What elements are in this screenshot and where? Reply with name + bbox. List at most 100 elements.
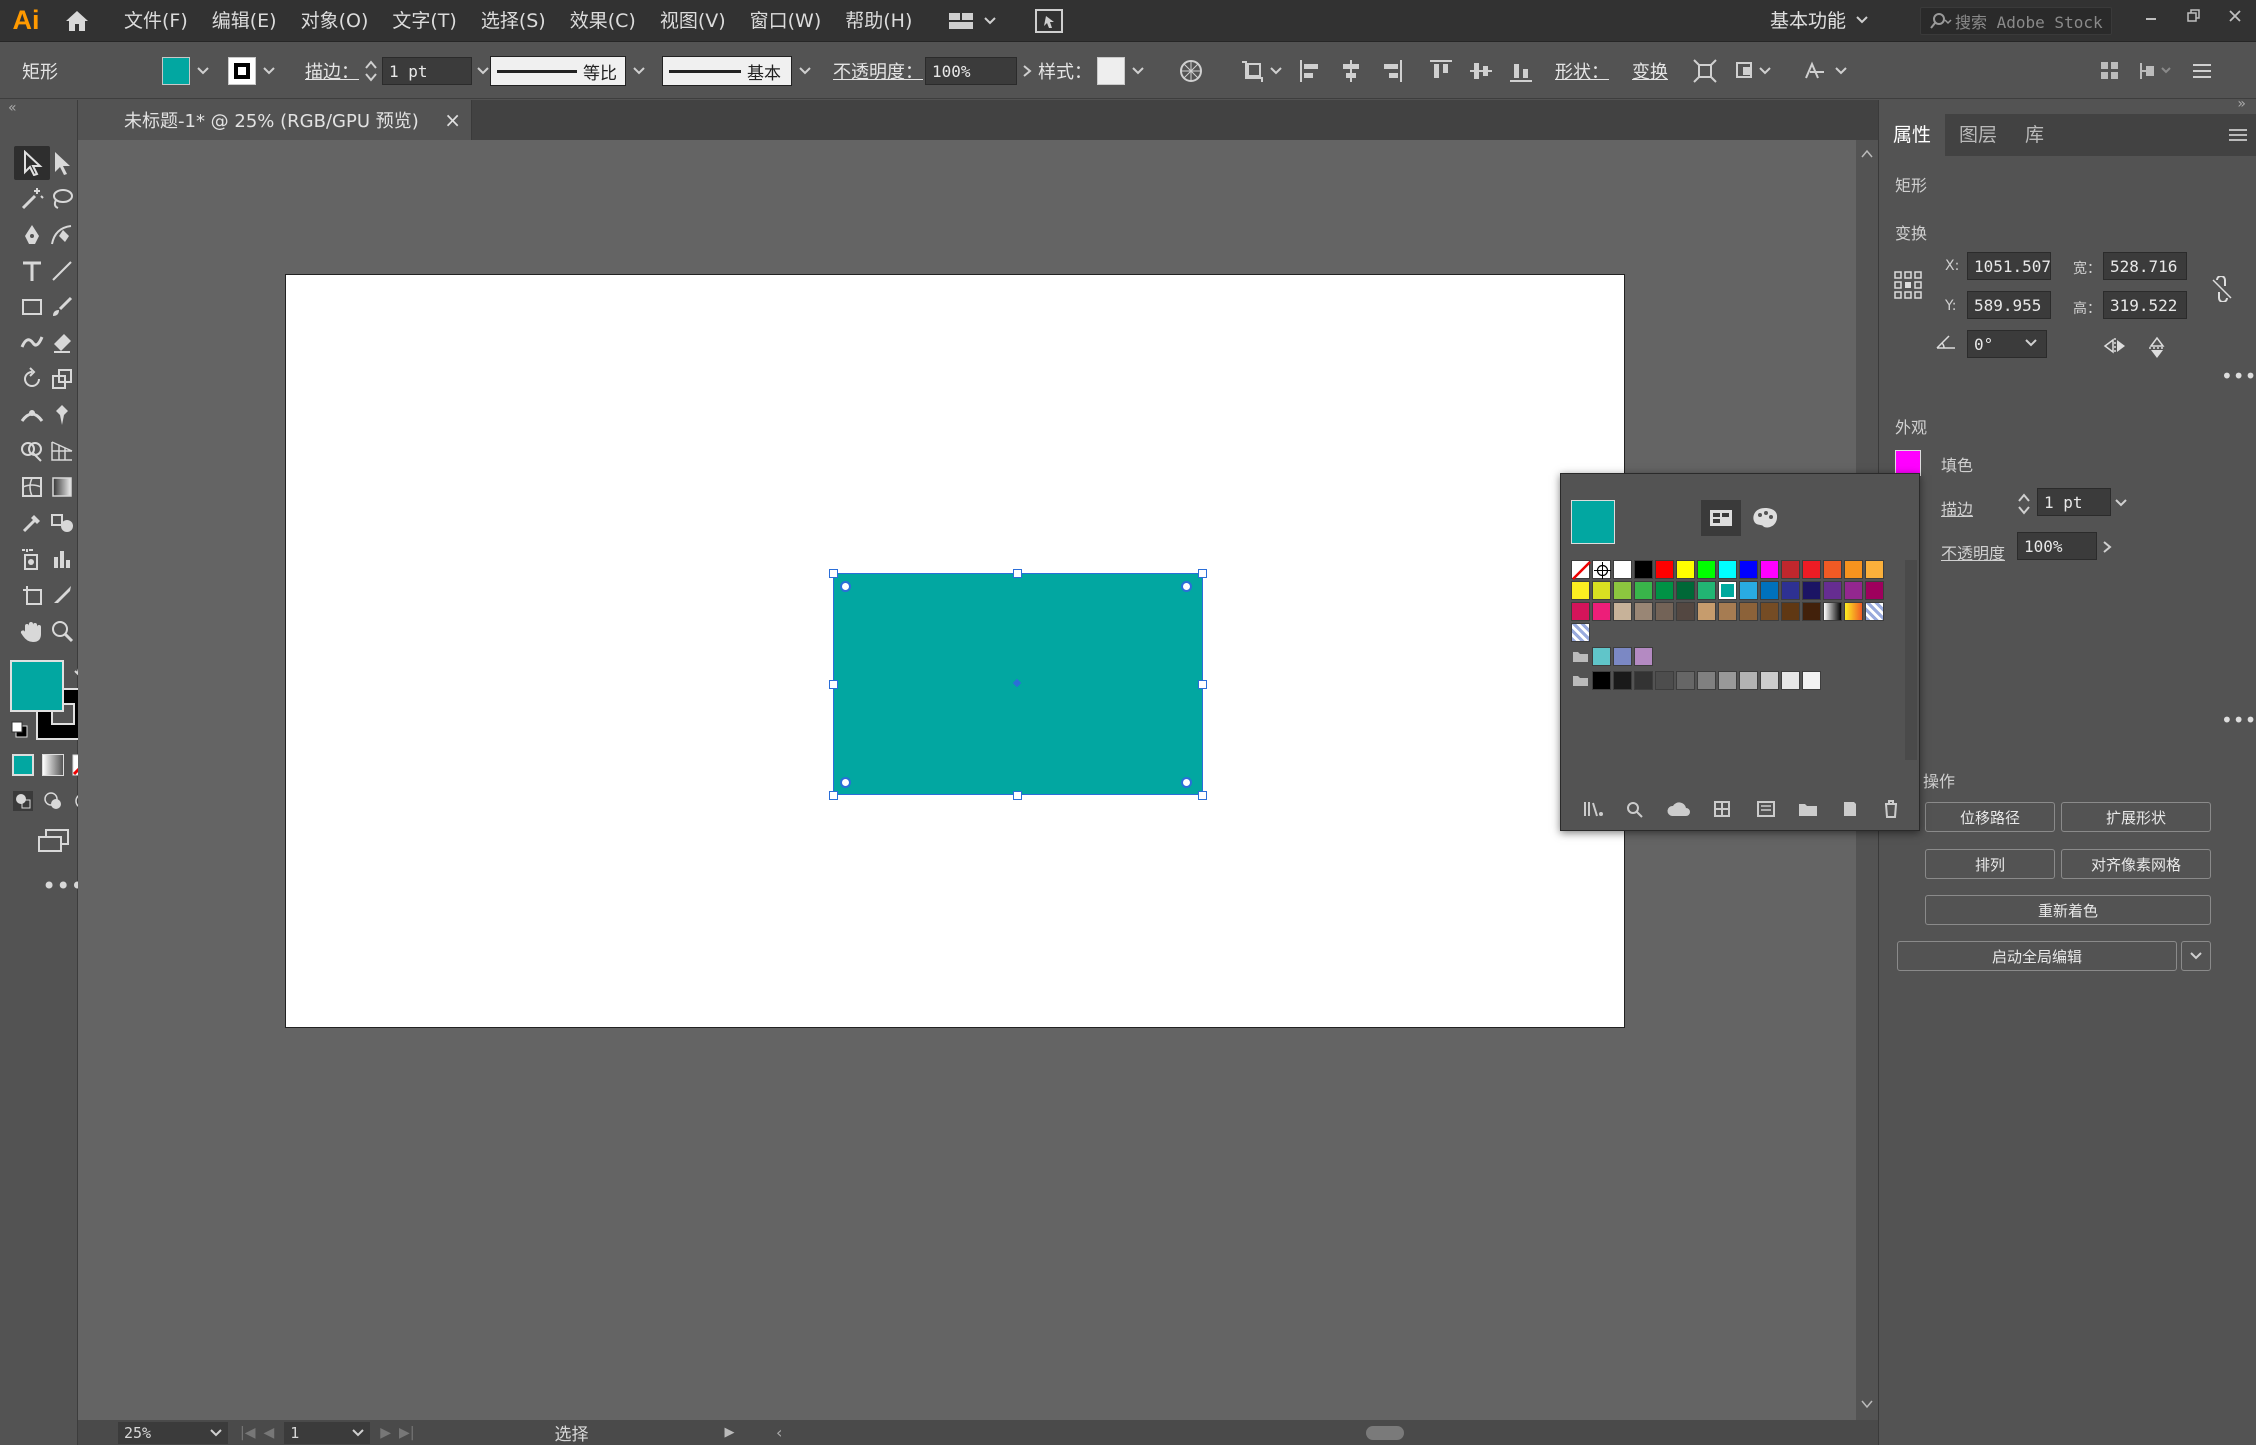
more-transform-options-icon[interactable]: ••• [2221, 364, 2256, 388]
align-to-pixel-grid-button[interactable]: 对齐像素网格 [2061, 849, 2211, 879]
swatch[interactable] [1718, 560, 1737, 579]
add-to-library-icon[interactable] [1625, 800, 1645, 818]
chevron-down-icon[interactable] [2115, 498, 2127, 508]
stroke-label[interactable]: 描边： [305, 43, 359, 99]
color-mode-button[interactable] [12, 754, 34, 776]
graphic-style-control[interactable] [1097, 43, 1145, 99]
align-top-icon[interactable] [1428, 58, 1454, 84]
stroke-color-control[interactable] [228, 43, 276, 99]
swatch[interactable] [1823, 602, 1842, 621]
scroll-down-icon[interactable] [1860, 1398, 1874, 1410]
swatch[interactable] [1571, 602, 1590, 621]
prev-artboard-icon[interactable]: ◀ [263, 1425, 274, 1441]
zoom-select[interactable]: 25% [118, 1421, 228, 1444]
column-graph-tool[interactable] [44, 542, 80, 576]
slice-tool[interactable] [44, 578, 80, 612]
fill-color-control[interactable] [162, 43, 210, 99]
brush-definition[interactable]: 基本 [662, 43, 812, 99]
artboard-select[interactable]: 1 [284, 1421, 371, 1444]
transform-label[interactable]: 变换 [1632, 43, 1668, 99]
zoom-tool[interactable] [44, 614, 80, 648]
swatch[interactable] [1760, 560, 1779, 579]
arrange-documents-button[interactable] [948, 8, 1064, 34]
swatch[interactable] [1802, 581, 1821, 600]
pattern-swatch[interactable] [1571, 623, 1590, 642]
swatch[interactable] [1865, 560, 1884, 579]
menu-select[interactable]: 选择(S) [469, 0, 558, 42]
gray-swatch[interactable] [1634, 671, 1653, 690]
draw-behind-icon[interactable] [42, 790, 64, 812]
draw-normal-icon[interactable] [12, 790, 34, 812]
stroke-weight-input[interactable]: 1 pt [382, 57, 472, 85]
menu-file[interactable]: 文件(F) [112, 0, 200, 42]
swatch[interactable] [1781, 581, 1800, 600]
paintbrush-tool[interactable] [44, 290, 80, 324]
opacity-control[interactable]: 100% [925, 43, 1033, 99]
group-swatch[interactable] [1613, 647, 1632, 666]
reference-point-icon[interactable] [1893, 270, 1923, 300]
puppet-warp-icon[interactable] [1802, 58, 1848, 84]
reference-point-button[interactable] [1238, 43, 1282, 99]
eraser-tool[interactable] [44, 326, 80, 360]
distribute-icon[interactable] [2138, 59, 2174, 83]
width-input[interactable]: 528.716 [2103, 252, 2187, 280]
selected-rectangle[interactable] [833, 573, 1203, 795]
close-tab-icon[interactable]: × [444, 108, 461, 132]
fill-indicator[interactable] [10, 660, 64, 712]
align-right-icon[interactable] [1378, 58, 1404, 84]
screen-mode-icon[interactable] [36, 828, 72, 854]
swatch[interactable] [1655, 581, 1674, 600]
bounding-handle-b[interactable] [1013, 791, 1022, 800]
new-swatch-icon[interactable] [1840, 800, 1860, 818]
opacity-label[interactable]: 不透明度： [833, 43, 923, 99]
default-fill-stroke-icon[interactable] [10, 720, 30, 740]
tab-libraries[interactable]: 库 [2011, 114, 2058, 156]
lasso-tool[interactable] [44, 182, 80, 216]
swatch-libraries-icon[interactable] [1582, 800, 1604, 818]
delete-swatch-icon[interactable] [1881, 799, 1901, 819]
group-swatch[interactable] [1592, 647, 1611, 666]
more-appearance-options-icon[interactable]: ••• [2221, 708, 2256, 732]
swatch[interactable] [1613, 560, 1632, 579]
new-color-group-icon[interactable] [1797, 800, 1819, 818]
height-input[interactable]: 319.522 [2103, 291, 2187, 319]
bounding-handle-tl[interactable] [829, 569, 838, 578]
puppet-warp-tool[interactable] [44, 398, 80, 432]
menu-effect[interactable]: 效果(C) [558, 0, 648, 42]
collapse-panels-icon[interactable]: » [2237, 96, 2246, 112]
menu-edit[interactable]: 编辑(E) [200, 0, 289, 42]
color-group-folder-icon[interactable] [1571, 671, 1590, 695]
gray-swatch[interactable] [1718, 671, 1737, 690]
swatch[interactable] [1844, 581, 1863, 600]
last-artboard-icon[interactable]: ▶| [399, 1425, 414, 1441]
scale-tool[interactable] [44, 362, 80, 396]
scroll-left-icon[interactable]: ‹ [776, 1423, 782, 1442]
show-kinds-icon[interactable] [1713, 800, 1735, 818]
home-icon[interactable] [52, 0, 102, 42]
offset-path-button[interactable]: 位移路径 [1925, 802, 2055, 832]
menu-view[interactable]: 视图(V) [648, 0, 738, 42]
gray-swatch[interactable] [1697, 671, 1716, 690]
appearance-stroke-input[interactable]: 1 pt [2037, 488, 2111, 516]
swatch[interactable] [1571, 581, 1590, 600]
swatch[interactable] [1592, 602, 1611, 621]
stepper-icon[interactable] [2017, 490, 2031, 518]
swatch-scrollbar[interactable] [1905, 560, 1917, 760]
swatch[interactable] [1823, 560, 1842, 579]
gradient-mode-button[interactable] [42, 754, 64, 776]
expand-shape-button[interactable]: 扩展形状 [2061, 802, 2211, 832]
gray-swatch[interactable] [1655, 671, 1674, 690]
swatch[interactable] [1865, 602, 1884, 621]
recolor-button[interactable]: 重新着色 [1925, 895, 2211, 925]
align-center-icon[interactable] [1338, 58, 1364, 84]
line-segment-tool[interactable] [44, 254, 80, 288]
horizontal-scrollbar[interactable]: ‹ › [766, 1423, 1916, 1443]
swatch[interactable] [1781, 602, 1800, 621]
swatch[interactable] [1718, 602, 1737, 621]
swatch[interactable] [1865, 581, 1884, 600]
gradient-tool[interactable] [44, 470, 80, 504]
first-artboard-icon[interactable]: |◀ [240, 1425, 255, 1441]
align-middle-icon[interactable] [1468, 58, 1494, 84]
menu-object[interactable]: 对象(O) [289, 0, 381, 42]
swatch[interactable] [1571, 560, 1591, 580]
